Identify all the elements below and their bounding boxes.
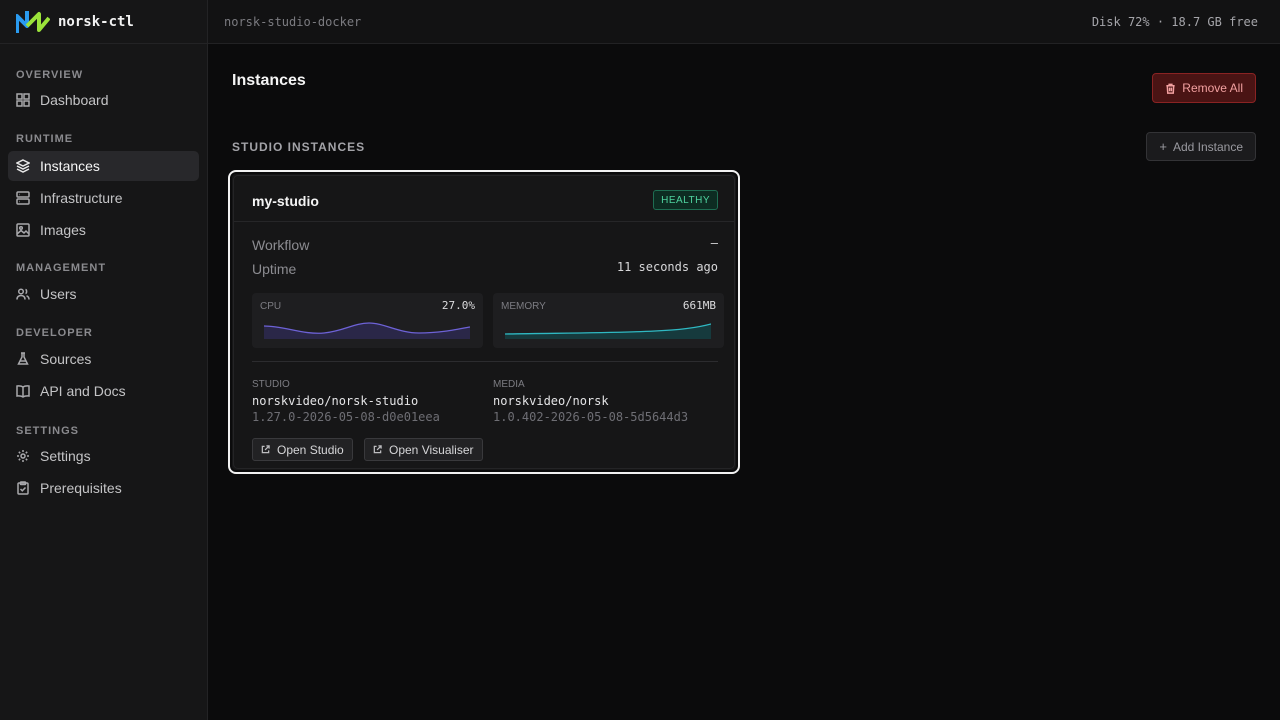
cpu-value: 27.0%: [441, 299, 475, 312]
grid-icon: [16, 93, 30, 107]
main-content: Instances Remove All STUDIO INSTANCES + …: [208, 44, 1280, 720]
sidebar-item-instances[interactable]: Instances: [8, 151, 199, 181]
uptime-value: 11 seconds ago: [616, 260, 718, 274]
cpu-metric: CPU 27.0%: [252, 293, 483, 348]
sidebar-nav: OVERVIEW Dashboard RUNTIME Instances Inf…: [0, 69, 207, 503]
add-instance-button[interactable]: + Add Instance: [1146, 132, 1256, 161]
workflow-value: –: [710, 236, 718, 250]
sidebar-item-label: Dashboard: [40, 92, 109, 108]
sidebar-item-sources[interactable]: Sources: [8, 344, 199, 374]
media-image-label: MEDIA: [493, 379, 525, 390]
open-visualiser-button[interactable]: Open Visualiser: [364, 438, 483, 461]
studio-image-name: norskvideo/norsk-studio: [252, 394, 419, 408]
nav-section-developer: DEVELOPER: [16, 327, 93, 339]
trash-icon: [1166, 83, 1175, 94]
context-label: norsk-studio-docker: [224, 14, 362, 29]
gear-icon: [17, 450, 29, 462]
image-icon: [16, 223, 30, 237]
plus-icon: +: [1159, 139, 1167, 154]
instance-card[interactable]: my-studio HEALTHY Workflow – Uptime 11 s…: [228, 170, 740, 474]
instance-card-body: my-studio HEALTHY Workflow – Uptime 11 s…: [233, 175, 735, 469]
uptime-label: Uptime: [252, 261, 297, 277]
nav-section-management: MANAGEMENT: [16, 262, 107, 274]
server-icon: [16, 191, 30, 205]
sidebar-item-dashboard[interactable]: Dashboard: [8, 85, 199, 115]
flask-icon: [17, 352, 29, 365]
nav-section-runtime: RUNTIME: [16, 133, 74, 145]
status-badge: HEALTHY: [653, 190, 718, 210]
memory-value: 661MB: [682, 299, 716, 312]
nav-section-settings: SETTINGS: [16, 425, 80, 437]
sidebar: norsk-ctl OVERVIEW Dashboard RUNTIME Ins…: [0, 0, 208, 720]
sidebar-item-label: API and Docs: [40, 383, 126, 399]
workflow-label: Workflow: [252, 237, 310, 253]
external-link-icon: [261, 445, 270, 454]
external-link-icon: [373, 445, 382, 454]
sidebar-item-label: Infrastructure: [40, 190, 123, 206]
media-image-name: norskvideo/norsk: [493, 394, 609, 408]
book-icon: [16, 385, 30, 398]
sidebar-item-settings[interactable]: Settings: [8, 441, 199, 471]
add-instance-label: Add Instance: [1172, 139, 1243, 154]
memory-sparkline: [505, 323, 711, 339]
memory-metric: MEMORY 661MB: [493, 293, 724, 348]
sidebar-item-images[interactable]: Images: [8, 215, 199, 245]
cpu-sparkline: [264, 322, 470, 339]
sidebar-item-label: Sources: [40, 351, 92, 367]
instance-name: my-studio: [252, 193, 319, 209]
disk-usage: Disk 72% · 18.7 GB free: [1091, 14, 1258, 29]
open-studio-label: Open Studio: [277, 442, 344, 457]
remove-all-label: Remove All: [1182, 81, 1243, 95]
users-icon: [16, 288, 30, 300]
sidebar-item-label: Prerequisites: [40, 480, 122, 496]
remove-all-button[interactable]: Remove All: [1152, 73, 1256, 103]
page-title: Instances: [232, 72, 306, 89]
sidebar-item-prerequisites[interactable]: Prerequisites: [8, 473, 199, 503]
clipboard-check-icon: [17, 481, 29, 495]
sidebar-item-api-docs[interactable]: API and Docs: [8, 376, 199, 406]
sidebar-item-label: Instances: [40, 158, 100, 174]
sidebar-item-label: Users: [40, 286, 77, 302]
media-image-version: 1.0.402-2026-05-08-5d5644d3: [493, 410, 689, 424]
sidebar-item-label: Settings: [40, 448, 91, 464]
memory-label: MEMORY: [501, 301, 546, 312]
nav-section-overview: OVERVIEW: [16, 69, 84, 81]
card-divider: [252, 361, 718, 362]
studio-image-label: STUDIO: [252, 379, 290, 390]
open-visualiser-label: Open Visualiser: [389, 442, 474, 457]
open-studio-button[interactable]: Open Studio: [252, 438, 353, 461]
section-label: STUDIO INSTANCES: [232, 140, 366, 154]
topbar: norsk-studio-docker Disk 72% · 18.7 GB f…: [208, 0, 1280, 44]
sidebar-item-users[interactable]: Users: [8, 279, 199, 309]
norsk-logo-icon: [16, 10, 50, 33]
layers-icon: [16, 159, 30, 173]
studio-image-version: 1.27.0-2026-05-08-d0e01eea: [252, 410, 440, 424]
cpu-label: CPU: [260, 301, 282, 312]
brand[interactable]: norsk-ctl: [0, 0, 207, 44]
sidebar-item-label: Images: [40, 222, 86, 238]
brand-name: norsk-ctl: [58, 13, 134, 30]
sidebar-item-infrastructure[interactable]: Infrastructure: [8, 183, 199, 213]
instance-card-header: my-studio HEALTHY: [234, 176, 734, 222]
